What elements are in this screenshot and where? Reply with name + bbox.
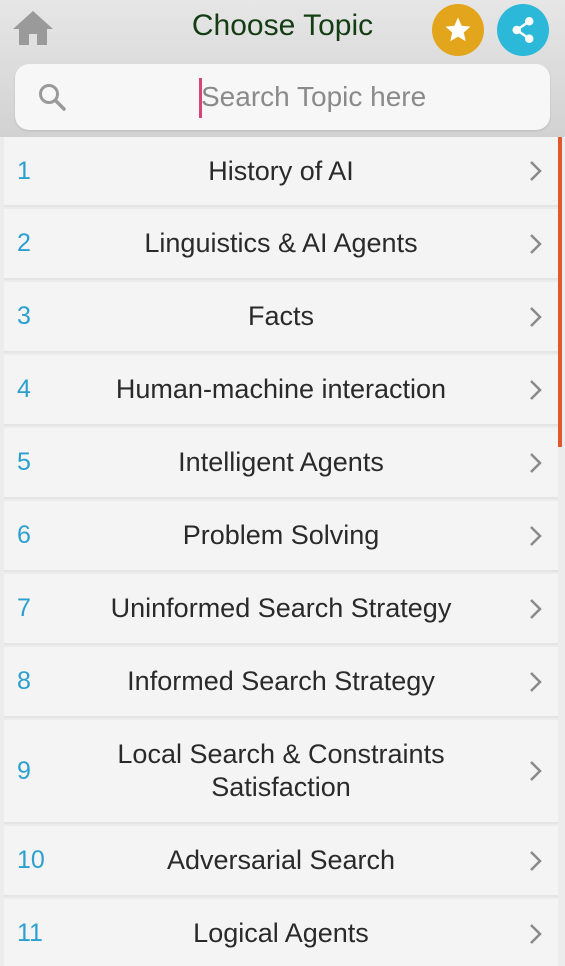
search-icon [39,84,66,111]
topic-label: Uninformed Search Strategy [110,593,452,623]
topic-number: 9 [17,756,31,785]
topic-row[interactable]: 4 Human-machine interaction [4,355,558,426]
chevron-right-icon [530,452,542,473]
topic-row[interactable]: 9 Local Search & Constraints Satisfaction [4,720,558,824]
favorite-button[interactable] [432,4,484,56]
chevron-right-icon [530,161,542,181]
topic-number: 11 [17,919,43,947]
share-button[interactable] [497,4,549,56]
scrollbar[interactable] [558,137,562,447]
topic-row[interactable]: 6 Problem Solving [4,501,558,572]
topic-row[interactable]: 5 Intelligent Agents [4,428,558,499]
topic-number: 8 [17,667,31,695]
topic-label: Problem Solving [182,520,380,550]
topic-number: 5 [17,448,31,476]
chevron-right-icon [530,306,542,327]
topic-row[interactable]: 2 Linguistics & AI Agents [4,209,558,280]
topic-label: Logical Agents [193,918,369,948]
topic-label: Local Search & Constraints Satisfaction [117,739,445,802]
topic-label: History of AI [208,155,354,186]
search-bar[interactable] [15,64,550,130]
topic-number: 7 [17,594,31,622]
topic-row[interactable]: 1 History of AI [4,137,558,207]
topic-number: 10 [17,846,45,874]
topic-list: 1 History of AI 2 Linguistics & AI Agents 3 F… [0,137,565,966]
chevron-right-icon [530,923,542,944]
topic-row[interactable]: 3 Facts [4,282,558,353]
topic-row[interactable]: 8 Informed Search Strategy [4,647,558,718]
topic-number: 6 [17,521,31,549]
topic-label: Adversarial Search [166,845,396,875]
app-header: Choose Topic [0,0,565,137]
chevron-right-icon [530,525,542,546]
chevron-right-icon [530,761,542,781]
topic-label: Facts [247,301,314,331]
chevron-right-icon [530,233,542,254]
topic-number: 1 [17,156,31,185]
chevron-right-icon [530,379,542,400]
chevron-right-icon [530,850,542,871]
topic-number: 3 [17,302,31,330]
search-input[interactable] [185,76,525,118]
topic-label: Linguistics & AI Agents [144,228,418,258]
chevron-right-icon [530,671,542,692]
topic-number: 4 [17,375,31,403]
topic-number: 2 [17,229,31,257]
topic-label: Informed Search Strategy [127,666,435,696]
topic-label: Human-machine interaction [115,374,447,404]
star-icon [445,17,471,42]
chevron-right-icon [530,598,542,619]
topic-row[interactable]: 11 Logical Agents [4,899,558,966]
share-icon [512,17,534,43]
topic-row[interactable]: 7 Uninformed Search Strategy [4,574,558,645]
topic-label: Intelligent Agents [178,447,384,477]
topic-row[interactable]: 10 Adversarial Search [4,826,558,897]
